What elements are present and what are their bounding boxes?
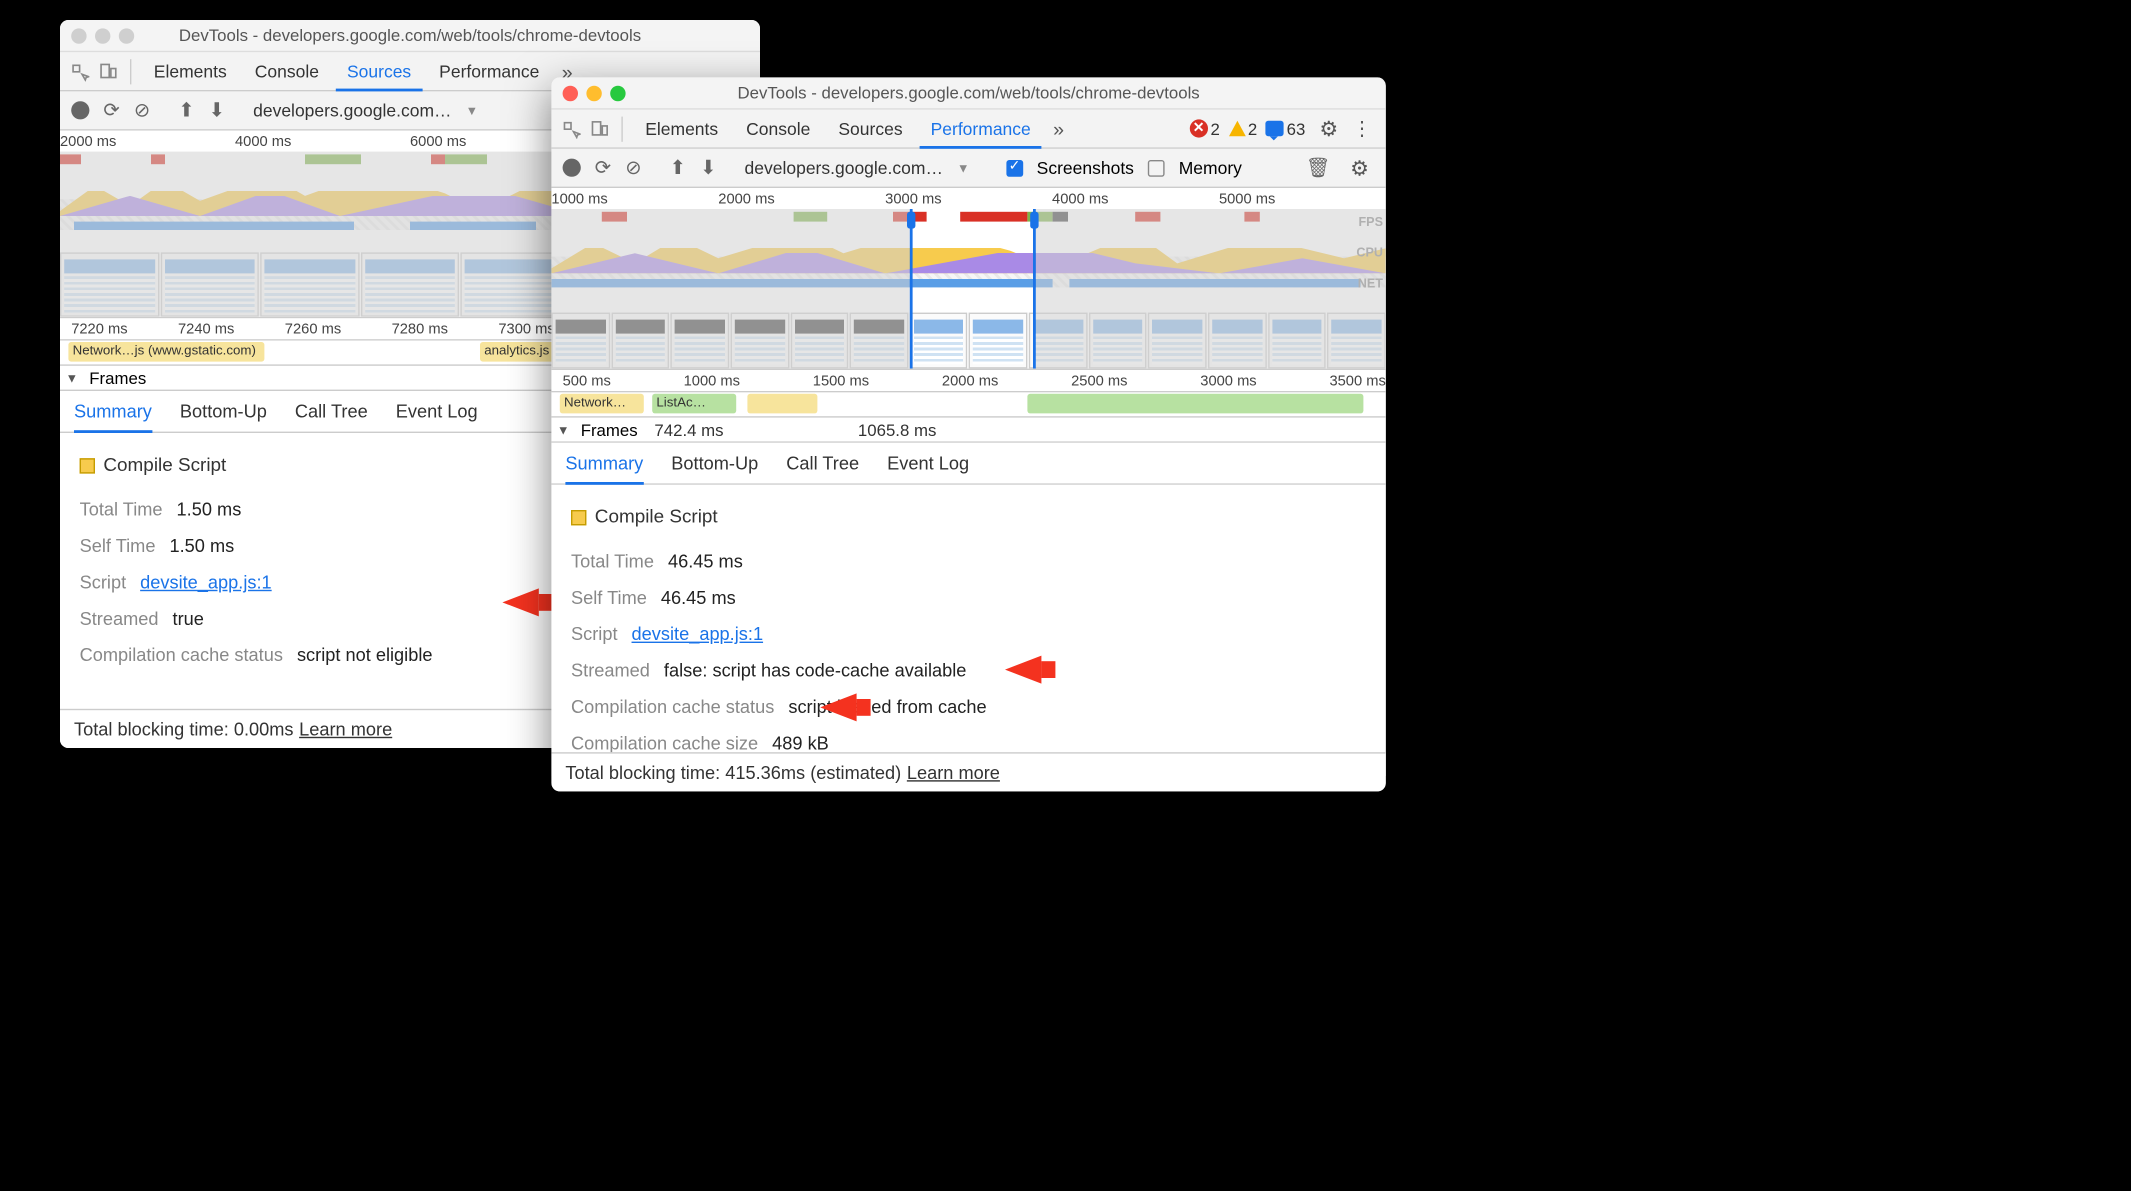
chevron-down-icon[interactable]: ▼ xyxy=(66,371,78,385)
script-link[interactable]: devsite_app.js:1 xyxy=(632,616,764,652)
console-badges[interactable]: ✕2 2 63 ⚙ ⋮ xyxy=(1190,116,1378,141)
subtab-calltree[interactable]: Call Tree xyxy=(295,390,368,432)
upload-icon[interactable]: ⬆ xyxy=(178,98,194,122)
range-selector[interactable] xyxy=(910,209,1035,369)
flame-row[interactable]: Network… ListAc… xyxy=(551,392,1385,417)
warning-icon xyxy=(1228,121,1245,136)
dropdown-icon[interactable]: ▼ xyxy=(466,103,478,117)
reload-icon[interactable]: ⟳ xyxy=(595,156,611,180)
chevron-right-icon[interactable]: » xyxy=(1048,117,1070,139)
titlebar: DevTools - developers.google.com/web/too… xyxy=(60,20,760,52)
device-icon[interactable] xyxy=(588,117,610,139)
devtools-window-right: DevTools - developers.google.com/web/too… xyxy=(551,77,1385,791)
subtab-eventlog[interactable]: Event Log xyxy=(887,442,969,484)
device-icon[interactable] xyxy=(96,60,118,82)
overview-timeline[interactable]: 1000 ms2000 ms3000 ms4000 ms5000 ms FPSC… xyxy=(551,188,1385,370)
message-icon xyxy=(1266,121,1284,136)
download-icon[interactable]: ⬇ xyxy=(209,98,225,122)
error-icon: ✕ xyxy=(1190,119,1208,137)
annotation-arrow-icon xyxy=(502,588,538,616)
tab-console[interactable]: Console xyxy=(735,109,822,148)
annotation-arrow-icon xyxy=(1005,656,1041,684)
subtab-calltree[interactable]: Call Tree xyxy=(786,442,859,484)
detail-time-ruler: 500 ms1000 ms1500 ms2000 ms2500 ms3000 m… xyxy=(551,370,1385,392)
window-title: DevTools - developers.google.com/web/too… xyxy=(60,26,760,46)
record-button[interactable] xyxy=(71,101,89,119)
clear-icon[interactable]: ⊘ xyxy=(134,98,150,122)
subtab-summary[interactable]: Summary xyxy=(565,442,643,484)
clear-icon[interactable]: ⊘ xyxy=(625,156,641,180)
subtab-eventlog[interactable]: Event Log xyxy=(396,390,478,432)
activity-color-icon xyxy=(80,458,95,473)
kebab-icon[interactable]: ⋮ xyxy=(1347,117,1378,141)
download-icon[interactable]: ⬇ xyxy=(700,156,716,180)
dropdown-icon[interactable]: ▼ xyxy=(957,161,969,175)
summary-panel: Compile Script Total Time46.45 ms Self T… xyxy=(551,485,1385,776)
time-ruler: 1000 ms2000 ms3000 ms4000 ms5000 ms xyxy=(551,188,1385,209)
frames-row[interactable]: ▼ Frames 742.4 ms 1065.8 ms xyxy=(551,418,1385,443)
separator xyxy=(130,59,131,84)
separator xyxy=(621,116,622,141)
tab-console[interactable]: Console xyxy=(244,52,331,91)
learn-more-link[interactable]: Learn more xyxy=(907,762,1000,783)
activity-color-icon xyxy=(571,509,586,524)
footer: Total blocking time: 415.36ms (estimated… xyxy=(551,752,1385,791)
perf-toolbar: ⟳ ⊘ ⬆ ⬇ developers.google.com… ▼ Screens… xyxy=(551,149,1385,188)
window-title: DevTools - developers.google.com/web/too… xyxy=(551,83,1385,103)
recording-url[interactable]: developers.google.com… xyxy=(253,101,451,121)
trash-icon[interactable]: 🗑 xyxy=(1306,156,1331,180)
reload-icon[interactable]: ⟳ xyxy=(103,98,119,122)
record-button[interactable] xyxy=(563,159,581,177)
tab-sources[interactable]: Sources xyxy=(336,52,423,91)
annotation-arrow-icon xyxy=(820,693,856,721)
inspect-icon[interactable] xyxy=(68,60,90,82)
panel-tabbar: Elements Console Sources Performance » ✕… xyxy=(551,110,1385,149)
gear-icon[interactable]: ⚙ xyxy=(1345,155,1375,180)
recording-url[interactable]: developers.google.com… xyxy=(745,158,943,178)
detail-subtabs: Summary Bottom-Up Call Tree Event Log xyxy=(551,443,1385,485)
tab-performance[interactable]: Performance xyxy=(919,109,1042,148)
chevron-down-icon[interactable]: ▼ xyxy=(557,423,569,437)
gear-icon[interactable]: ⚙ xyxy=(1314,116,1344,141)
screenshots-checkbox[interactable] xyxy=(1006,159,1023,176)
learn-more-link[interactable]: Learn more xyxy=(299,719,392,740)
upload-icon[interactable]: ⬆ xyxy=(670,156,686,180)
inspect-icon[interactable] xyxy=(560,117,582,139)
tab-performance[interactable]: Performance xyxy=(428,52,551,91)
memory-checkbox[interactable] xyxy=(1148,159,1165,176)
tab-elements[interactable]: Elements xyxy=(143,52,238,91)
tab-elements[interactable]: Elements xyxy=(634,109,729,148)
tab-sources[interactable]: Sources xyxy=(827,109,914,148)
titlebar: DevTools - developers.google.com/web/too… xyxy=(551,77,1385,109)
subtab-bottomup[interactable]: Bottom-Up xyxy=(180,390,267,432)
subtab-summary[interactable]: Summary xyxy=(74,390,152,432)
subtab-bottomup[interactable]: Bottom-Up xyxy=(671,442,758,484)
script-link[interactable]: devsite_app.js:1 xyxy=(140,565,272,601)
